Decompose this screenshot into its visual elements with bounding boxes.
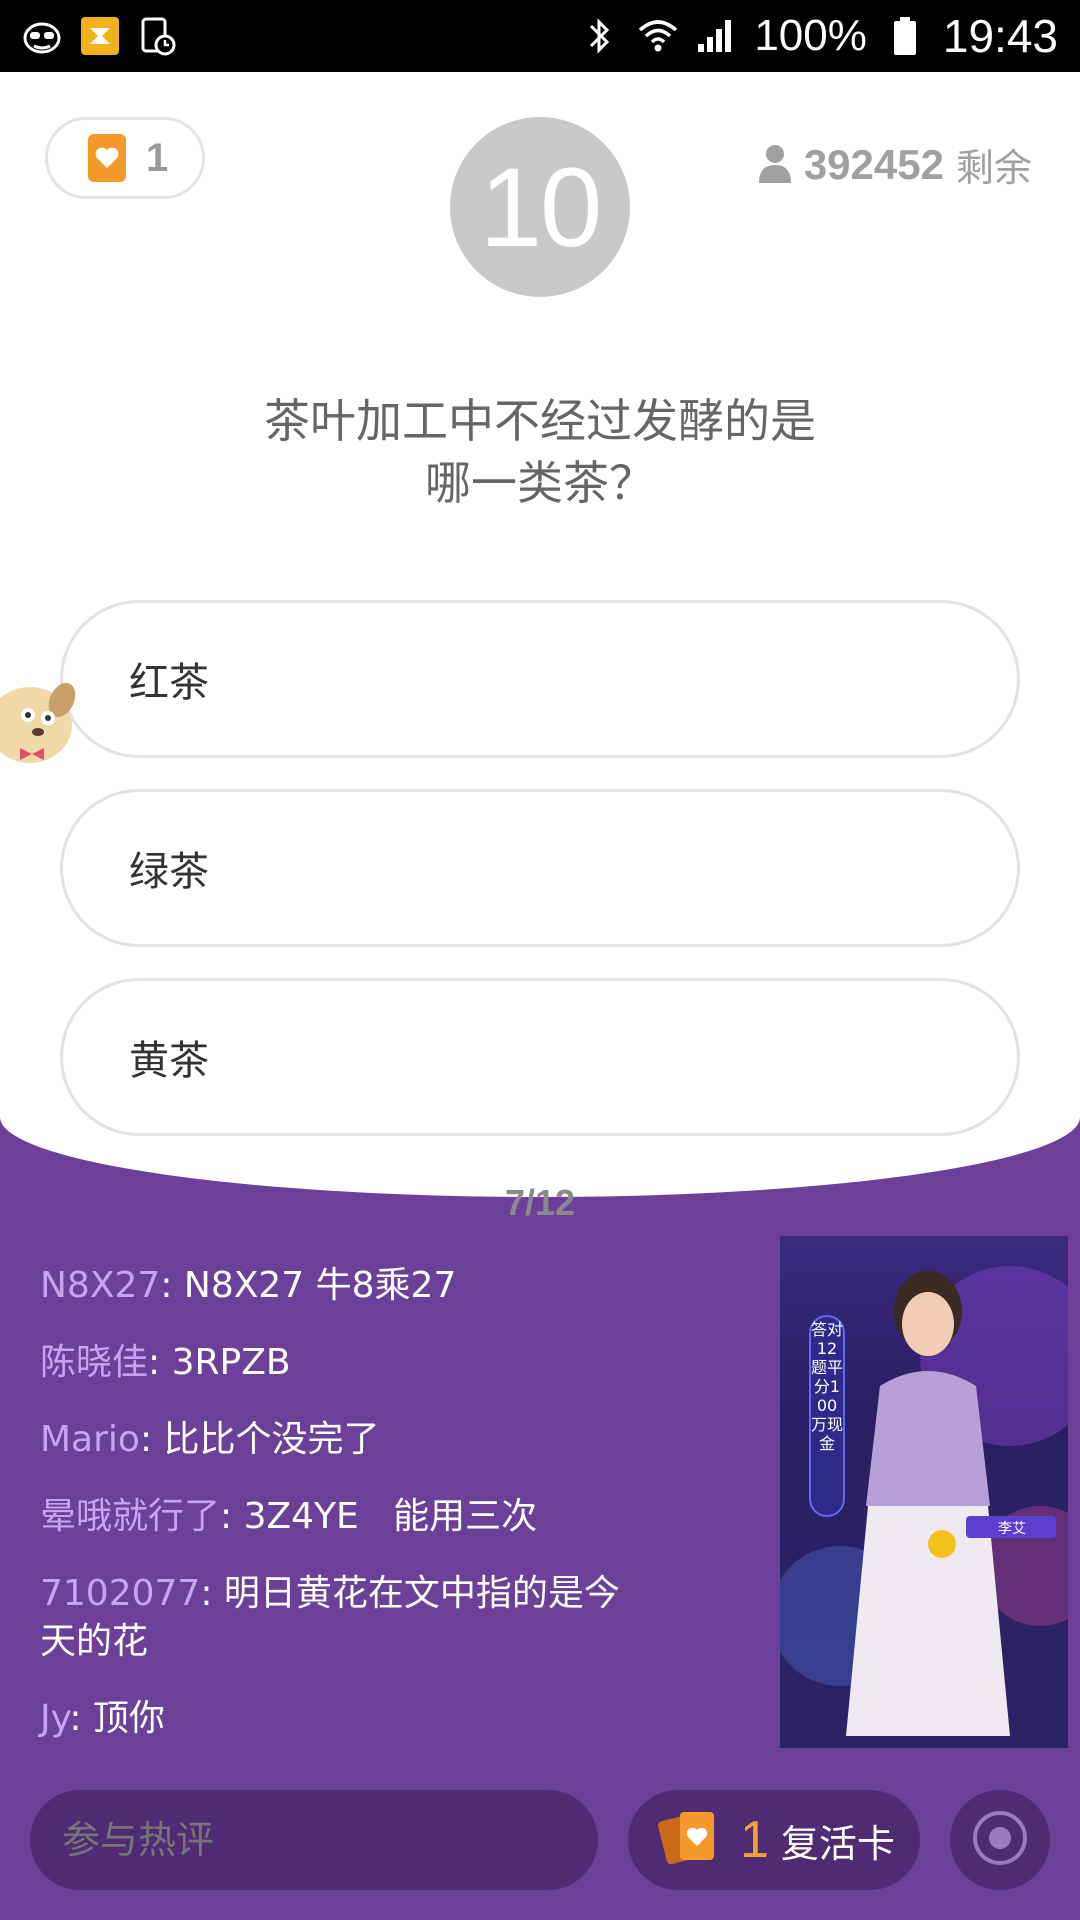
question-line-2: 哪一类茶？	[425, 456, 655, 510]
bottom-bar: 1 复活卡	[0, 1790, 1080, 1890]
chat-message: Jy: 顶你	[40, 1695, 640, 1743]
signal-icon	[696, 16, 736, 56]
record-button[interactable]	[950, 1790, 1050, 1890]
status-bar: 100% 19:43	[0, 0, 1080, 72]
chat-message: Mario: 比比个没完了	[40, 1416, 640, 1464]
chat-username: 7102077	[40, 1573, 201, 1614]
revive-card-count: 1	[740, 1811, 769, 1869]
wifi-icon	[638, 16, 678, 56]
chat-text: : 3Z4YE 能用三次	[220, 1496, 538, 1537]
chat-feed: N8X27: N8X27 牛8乘27 陈晓佳: 3RPZB Mario: 比比个…	[40, 1262, 640, 1772]
revive-card-icon	[657, 1808, 722, 1872]
question-progress: 7/12	[504, 1182, 576, 1223]
answer-option-3[interactable]: 黄茶	[60, 978, 1020, 1136]
comment-input[interactable]	[30, 1790, 598, 1890]
person-icon	[758, 143, 792, 187]
chat-text: : 顶你	[69, 1698, 165, 1739]
chat-text: : 3RPZB	[148, 1342, 291, 1383]
remaining-players: 392452 剩余	[758, 137, 1032, 192]
lives-indicator[interactable]: 1	[45, 117, 205, 199]
dog-mascot-icon	[0, 670, 80, 770]
chat-message: 7102077: 明日黄花在文中指的是今天的花	[40, 1570, 640, 1666]
chat-username: Mario	[40, 1419, 140, 1460]
clock-icon	[138, 16, 178, 56]
video-banner-text: 答对12题平分100万现金	[810, 1320, 843, 1453]
chat-username: Jy	[40, 1698, 70, 1739]
clock-time: 19:43	[942, 10, 1058, 62]
answer-option-1[interactable]: 红茶	[60, 600, 1020, 758]
heart-card-icon	[88, 134, 126, 182]
chat-username: N8X27	[40, 1265, 161, 1306]
question-line-1: 茶叶加工中不经过发酵的是	[264, 394, 816, 448]
battery-percent: 100%	[754, 11, 867, 60]
chat-username: 晕哦就行了	[40, 1496, 221, 1537]
countdown-timer: 10	[450, 117, 630, 297]
chat-text: : 比比个没完了	[139, 1419, 380, 1460]
lives-count: 1	[146, 135, 169, 180]
host-name-label: 李艾	[998, 1521, 1026, 1537]
chat-message: 晕哦就行了: 3Z4YE 能用三次	[40, 1493, 640, 1541]
chat-message: 陈晓佳: 3RPZB	[40, 1339, 640, 1387]
chat-message: N8X27: N8X27 牛8乘27	[40, 1262, 640, 1310]
remaining-suffix: 剩余	[955, 146, 1032, 190]
remaining-count: 392452	[803, 140, 944, 188]
status-bar-right: 100% 19:43	[580, 9, 1058, 63]
chat-text: : N8X27 牛8乘27	[160, 1265, 457, 1306]
question-card: 1 10 392452 剩余 茶叶加工中不经过发酵的是 哪一类茶？ 红茶 绿茶 黄…	[0, 72, 1080, 1223]
question-text: 茶叶加工中不经过发酵的是 哪一类茶？	[100, 390, 980, 514]
record-icon	[971, 1809, 1029, 1871]
live-host-video[interactable]: 答对12题平分100万现金 李艾	[780, 1236, 1068, 1748]
chat-username: 陈晓佳	[40, 1342, 149, 1383]
incognito-icon	[22, 16, 62, 56]
battery-icon	[885, 16, 925, 56]
revive-card-button[interactable]: 1 复活卡	[628, 1790, 920, 1890]
app-badge-icon	[80, 16, 120, 56]
revive-card-label: 复活卡	[780, 1821, 895, 1866]
bluetooth-icon	[580, 16, 620, 56]
answer-option-2[interactable]: 绿茶	[60, 789, 1020, 947]
status-bar-left	[22, 16, 178, 56]
